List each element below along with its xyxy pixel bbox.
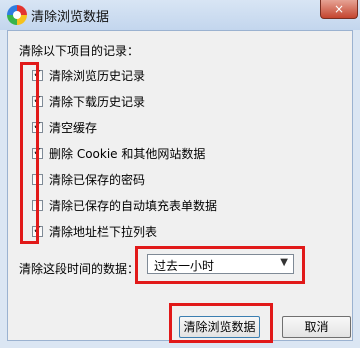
window-title: 清除浏览数据 (31, 10, 110, 25)
dialog-content: 清除以下项目的记录： 清除浏览历史记录 清除下载历史记录 清空缓存 删除 Coo… (7, 30, 353, 343)
option-delete-cookies[interactable]: 删除 Cookie 和其他网站数据 (32, 145, 205, 161)
close-button[interactable]: × (320, 0, 358, 19)
clear-browsing-data-dialog: 清除浏览数据 × 清除以下项目的记录： 清除浏览历史记录 清除下载历史记录 清空… (0, 0, 360, 348)
browser-logo-icon (7, 5, 27, 25)
title-bar: 清除浏览数据 × (0, 0, 360, 30)
option-label: 清除浏览历史记录 (49, 68, 146, 83)
select-highlight-box (135, 246, 305, 284)
option-empty-cache[interactable]: 清空缓存 (32, 119, 97, 135)
option-clear-autofill[interactable]: 清除已保存的自动填充表单数据 (32, 197, 217, 213)
option-label: 清除已保存的自动填充表单数据 (49, 198, 218, 213)
option-label: 清除已保存的密码 (49, 172, 146, 187)
time-range-label: 清除这段时间的数据： (19, 262, 140, 276)
option-label: 清除地址栏下拉列表 (49, 224, 158, 239)
option-clear-address-bar[interactable]: 清除地址栏下拉列表 (32, 223, 157, 239)
option-clear-passwords[interactable]: 清除已保存的密码 (32, 171, 145, 187)
option-label: 删除 Cookie 和其他网站数据 (49, 146, 206, 161)
options-header: 清除以下项目的记录： (19, 44, 140, 58)
checkbox-highlight-box (20, 62, 39, 244)
clear-button-highlight-box (169, 303, 273, 343)
cancel-button[interactable]: 取消 (282, 316, 351, 338)
option-clear-history[interactable]: 清除浏览历史记录 (32, 67, 145, 83)
option-clear-downloads[interactable]: 清除下载历史记录 (32, 93, 145, 109)
option-label: 清空缓存 (49, 120, 98, 135)
option-label: 清除下载历史记录 (49, 94, 146, 109)
